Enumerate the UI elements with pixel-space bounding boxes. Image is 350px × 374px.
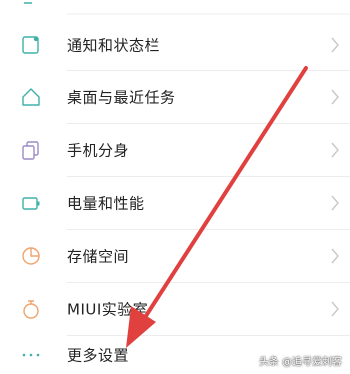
settings-item-notifications[interactable]: 通知和状态栏 [0,18,350,71]
settings-item-label: 更多设置 [67,346,130,364]
settings-item-home-recents[interactable]: 桌面与最近任务 [0,70,350,123]
chevron-right-icon [331,195,339,210]
chevron-right-icon [331,248,339,263]
chevron-right-icon [331,37,339,52]
settings-item-battery-performance[interactable]: 电量和性能 [0,176,350,229]
settings-item-label: 电量和性能 [67,194,145,212]
settings-item-label: 存储空间 [67,247,130,265]
notification-icon [22,35,39,54]
settings-item-label: 桌面与最近任务 [67,88,176,106]
battery-icon [22,196,40,210]
lab-flask-icon [23,299,39,319]
chevron-right-icon [331,89,339,104]
settings-item-label: MIUI实验室 [67,300,149,318]
settings-list: 通知和状态栏 桌面与最近任务 手机分身 电量和性能 存储空间 MIUI实验室 更… [0,0,350,374]
second-space-icon [22,140,39,160]
settings-item-label: 通知和状态栏 [67,36,161,54]
settings-item-miui-lab[interactable]: MIUI实验室 [0,282,350,335]
storage-pie-icon [22,246,40,265]
chevron-right-icon [331,142,339,157]
settings-item-label: 手机分身 [67,141,130,159]
watermark-text: 头条 @追寻爱刺客 [258,357,342,368]
settings-item-storage[interactable]: 存储空间 [0,229,350,282]
settings-item-second-space[interactable]: 手机分身 [0,123,350,176]
chevron-right-icon [331,301,339,316]
home-icon [22,87,40,106]
more-dots-icon [22,353,40,356]
